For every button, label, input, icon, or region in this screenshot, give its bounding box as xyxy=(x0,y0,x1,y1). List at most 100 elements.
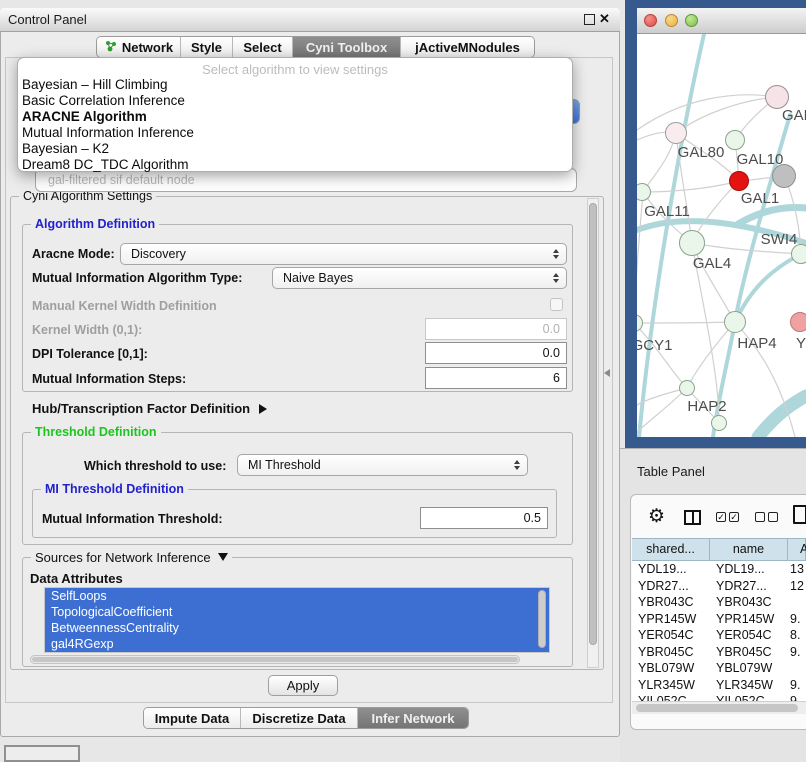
dropdown-item[interactable]: Bayesian – K2 xyxy=(18,141,572,157)
network-node-GAL4[interactable] xyxy=(679,230,705,256)
tab-discretize-data-label: Discretize Data xyxy=(252,711,345,726)
node-table[interactable]: YDL19...YDL19...13 YDR27... YDR27... 12 YB… xyxy=(632,561,806,701)
dropdown-item[interactable]: Dream8 DC_TDC Algorithm xyxy=(18,157,572,173)
settings-scrollbar-thumb[interactable] xyxy=(589,203,597,645)
window-title: Control Panel xyxy=(8,12,87,27)
network-node-GAL[interactable] xyxy=(765,85,789,109)
network-node-GAL1[interactable] xyxy=(772,164,796,188)
hub-definition-expander[interactable]: Hub/Transcription Factor Definition xyxy=(32,401,267,416)
network-node-GAL10[interactable] xyxy=(725,130,745,150)
table-row[interactable]: YBR045CYBR045C9. xyxy=(632,644,806,661)
table-row[interactable]: YBL079WYBL079W xyxy=(632,660,806,677)
float-window-icon[interactable] xyxy=(584,14,595,25)
network-window-titlebar[interactable] xyxy=(637,8,806,34)
attribute-item[interactable]: BetweennessCentrality xyxy=(45,620,549,636)
cell: YBR043C xyxy=(638,594,694,611)
mac-close-button[interactable] xyxy=(644,14,657,27)
column-header-shared-name[interactable]: shared... xyxy=(632,538,710,561)
sources-group-title[interactable]: Sources for Network Inference xyxy=(31,550,232,565)
cell: 12 xyxy=(790,578,804,595)
panel-splitter-handle[interactable] xyxy=(604,369,610,377)
column-view-icon[interactable] xyxy=(684,510,701,525)
tab-jactivemnodules[interactable]: jActiveMNodules xyxy=(401,37,534,57)
column-header-partial[interactable]: A xyxy=(788,538,806,561)
tab-impute-data[interactable]: Impute Data xyxy=(144,708,241,728)
deselect-checkbox-icon2[interactable] xyxy=(768,512,778,522)
table-row[interactable]: YER054CYER054C8. xyxy=(632,627,806,644)
data-attributes-label: Data Attributes xyxy=(30,571,123,586)
cell: YDR27... xyxy=(716,578,767,595)
attributes-vertical-scrollbar[interactable] xyxy=(538,590,546,648)
mi-type-select[interactable]: Naive Bayes xyxy=(272,267,567,289)
table-row[interactable]: YDR27... YDR27... 12 xyxy=(632,578,806,595)
aracne-mode-value: Discovery xyxy=(131,247,186,261)
table-row[interactable]: YLR345WYLR345W9. xyxy=(632,677,806,694)
network-node-GAL80[interactable] xyxy=(665,122,687,144)
apply-button[interactable]: Apply xyxy=(268,675,338,696)
network-node-label: GAL1 xyxy=(741,190,779,207)
which-threshold-select[interactable]: MI Threshold xyxy=(237,454,528,476)
cell: 9. xyxy=(790,693,800,701)
tab-network-label: Network xyxy=(122,40,173,55)
table-row[interactable]: YBR043CYBR043C xyxy=(632,594,806,611)
gear-icon[interactable]: ⚙ xyxy=(648,505,665,528)
new-table-icon[interactable] xyxy=(793,505,806,524)
tab-select[interactable]: Select xyxy=(233,37,293,57)
network-node-HAP2[interactable] xyxy=(679,380,695,396)
table-horizontal-thumb[interactable] xyxy=(636,704,798,712)
mi-threshold-field[interactable]: 0.5 xyxy=(420,507,548,529)
select-all-checkbox-icon2[interactable]: ✓ xyxy=(729,512,739,522)
table-row[interactable]: YDL19...YDL19...13 xyxy=(632,561,806,578)
deselect-checkbox-icon[interactable] xyxy=(755,512,765,522)
algorithm-dropdown-list: Select algorithm to view settings Bayesi… xyxy=(17,57,573,172)
mac-minimize-button[interactable] xyxy=(665,14,678,27)
tab-discretize-data[interactable]: Discretize Data xyxy=(241,708,358,728)
hub-definition-label: Hub/Transcription Factor Definition xyxy=(32,401,250,416)
table-row[interactable]: YIL052CYIL052C9. xyxy=(632,693,806,701)
aracne-mode-select[interactable]: Discovery xyxy=(120,243,567,265)
control-panel-titlebar[interactable] xyxy=(0,8,620,32)
table-horizontal-scrollbar[interactable] xyxy=(632,701,806,714)
tab-impute-data-label: Impute Data xyxy=(155,711,229,726)
tab-cyni-toolbox[interactable]: Cyni Toolbox xyxy=(293,37,401,57)
dropdown-item-selected[interactable]: ARACNE Algorithm xyxy=(18,109,572,125)
settings-vertical-scrollbar[interactable] xyxy=(587,198,599,668)
attribute-item[interactable]: TopologicalCoefficient xyxy=(45,604,549,620)
network-node[interactable] xyxy=(711,415,727,431)
attributes-horizontal-scrollbar[interactable] xyxy=(30,655,520,664)
kernel-width-field[interactable]: 0.0 xyxy=(425,318,567,340)
network-node-Y[interactable] xyxy=(790,312,806,332)
network-node[interactable] xyxy=(729,171,749,191)
table-row[interactable]: YPR145WYPR145W9. xyxy=(632,611,806,628)
dropdown-item[interactable]: Basic Correlation Inference xyxy=(18,93,572,109)
dropdown-item[interactable]: Bayesian – Hill Climbing xyxy=(18,77,572,93)
dropdown-placeholder: Select algorithm to view settings xyxy=(18,63,572,77)
tab-infer-network[interactable]: Infer Network xyxy=(358,708,468,728)
cell: YIL052C xyxy=(716,693,765,701)
close-icon[interactable]: ✕ xyxy=(599,11,610,27)
dpi-tolerance-value: 0.0 xyxy=(543,346,560,360)
data-attributes-list[interactable]: SelfLoops TopologicalCoefficient Between… xyxy=(44,587,550,653)
attribute-item[interactable]: SelfLoops xyxy=(45,588,549,604)
network-node-label: HAP4 xyxy=(737,335,776,352)
manual-kernel-checkbox[interactable] xyxy=(550,298,563,311)
column-header-name[interactable]: name xyxy=(710,538,788,561)
select-all-checkbox-icon[interactable]: ✓ xyxy=(716,512,726,522)
cell: YDL19... xyxy=(716,561,765,578)
mac-zoom-button[interactable] xyxy=(685,14,698,27)
network-node-HAP4[interactable] xyxy=(724,311,746,333)
threshold-definition-title: Threshold Definition xyxy=(31,425,161,439)
tab-style[interactable]: Style xyxy=(181,37,233,57)
dpi-tolerance-field[interactable]: 0.0 xyxy=(425,342,567,364)
network-node-label: SWI4 xyxy=(761,231,798,248)
tab-network[interactable]: Network xyxy=(97,37,181,57)
network-canvas[interactable]: GALGAL80GAL10GAL1GAL11GAL4SWI4GCY1HAP4YH… xyxy=(637,34,806,437)
manual-kernel-label: Manual Kernel Width Definition xyxy=(32,299,217,313)
dropdown-item[interactable]: Mutual Information Inference xyxy=(18,125,572,141)
network-node-label: GAL4 xyxy=(693,255,731,272)
mi-steps-field[interactable]: 6 xyxy=(425,367,567,389)
attribute-item[interactable]: gal4RGexp xyxy=(45,636,549,652)
minimized-window-fragment[interactable] xyxy=(4,745,80,762)
cell: YDR27... xyxy=(638,578,689,595)
attributes-horizontal-thumb[interactable] xyxy=(32,657,518,662)
